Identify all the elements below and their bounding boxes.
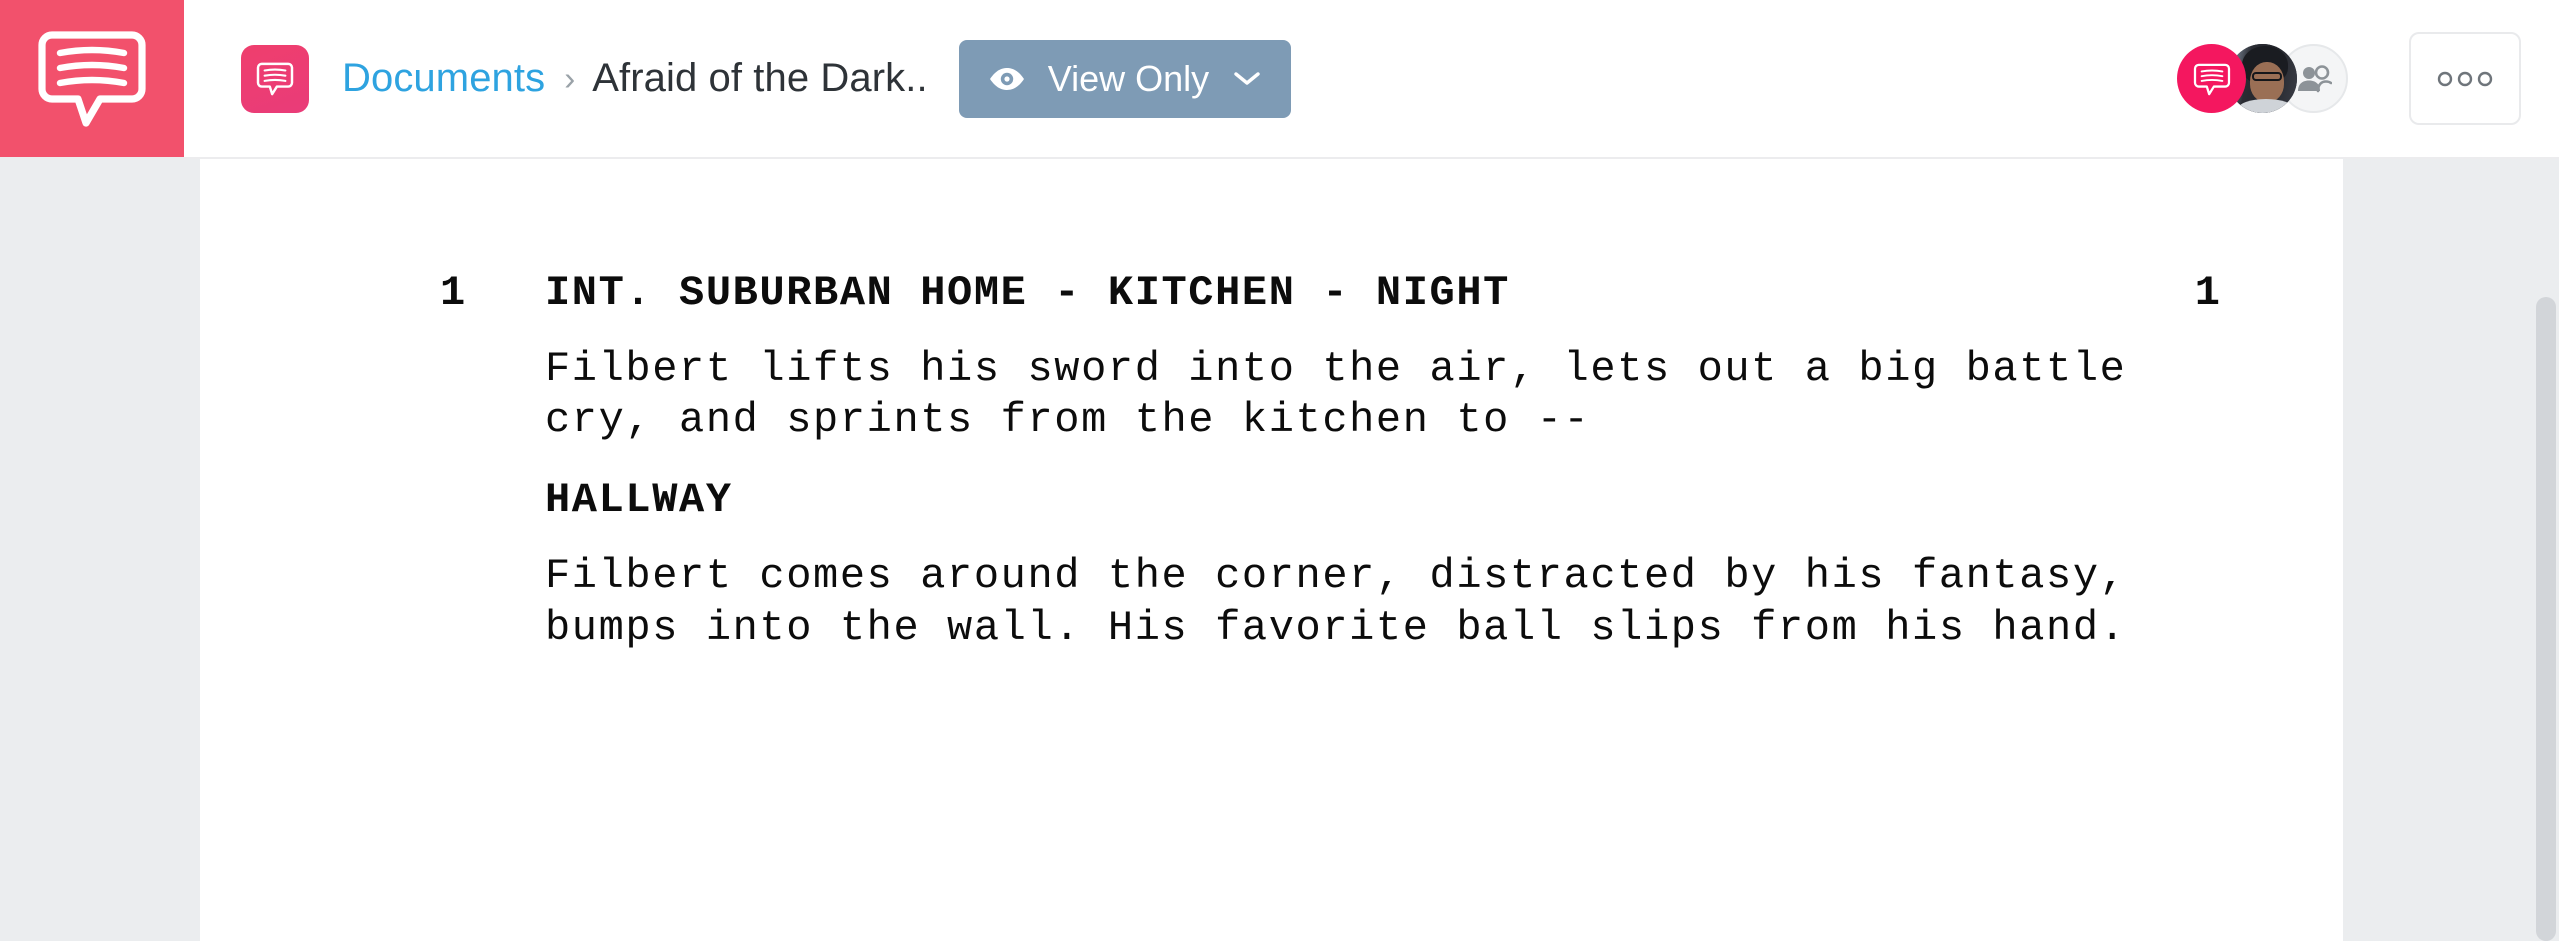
- collaborator-avatars: [2177, 44, 2348, 113]
- avatar-face: [2250, 62, 2284, 102]
- avatar-glasses: [2252, 72, 2282, 81]
- action-paragraph-2: Filbert comes around the corner, distrac…: [545, 552, 2127, 652]
- top-bar-content: Documents › Afraid of the Dark.. View On…: [184, 0, 2559, 157]
- vertical-scrollbar-track[interactable]: [2533, 159, 2559, 941]
- script-page[interactable]: 1 INT. SUBURBAN HOME - KITCHEN - NIGHT 1…: [200, 159, 2343, 941]
- scene-number-right: 1: [2194, 269, 2220, 317]
- breadcrumb-separator-icon: ›: [564, 60, 576, 97]
- scene-heading-row: 1 INT. SUBURBAN HOME - KITCHEN - NIGHT 1: [200, 272, 2343, 314]
- screenplay-content: 1 INT. SUBURBAN HOME - KITCHEN - NIGHT 1…: [200, 159, 2343, 654]
- action-paragraph-1: Filbert lifts his sword into the air, le…: [545, 345, 2127, 445]
- scene-slug-hallway: HALLWAY: [545, 476, 733, 525]
- view-only-button[interactable]: View Only: [958, 39, 1292, 118]
- eye-icon: [989, 67, 1024, 90]
- speech-bubble-logo-icon: [38, 30, 146, 127]
- ellipsis-icon: [2437, 71, 2493, 86]
- brand-logo-block[interactable]: [0, 0, 184, 157]
- more-options-button[interactable]: [2409, 32, 2521, 125]
- document-workspace: 1 INT. SUBURBAN HOME - KITCHEN - NIGHT 1…: [0, 159, 2559, 941]
- app-logo-avatar[interactable]: [2177, 44, 2246, 113]
- view-only-label: View Only: [1047, 57, 1210, 99]
- scene-heading-text: INT. SUBURBAN HOME - KITCHEN - NIGHT: [545, 269, 1510, 317]
- chevron-down-icon: [1234, 72, 1260, 85]
- people-icon: [2297, 64, 2332, 92]
- top-bar: Documents › Afraid of the Dark.. View On…: [0, 0, 2559, 159]
- speech-bubble-avatar-icon: [2193, 63, 2230, 95]
- scene-number-left: 1: [440, 269, 466, 317]
- document-icon-chip[interactable]: [241, 44, 309, 113]
- document-speech-bubble-icon: [256, 62, 294, 95]
- breadcrumb: Documents › Afraid of the Dark..: [342, 56, 928, 101]
- avatar-shoulder: [2238, 99, 2294, 113]
- breadcrumb-current-document[interactable]: Afraid of the Dark..: [592, 56, 927, 101]
- breadcrumb-documents-link[interactable]: Documents: [342, 56, 545, 101]
- vertical-scrollbar-thumb[interactable]: [2536, 297, 2556, 941]
